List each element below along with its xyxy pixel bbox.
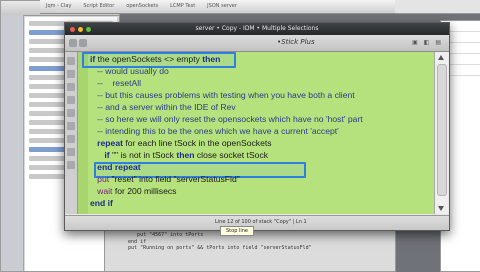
code-line[interactable]: put "reset" into field "serverStatusFld" [90,174,240,184]
code-token: repeat [90,138,123,148]
scroll-down-icon[interactable] [438,206,444,211]
text-icon[interactable] [67,109,75,117]
toolbar-icons[interactable]: ▣ ◧ ▤ [412,39,443,46]
code-line[interactable]: -- resetAll [90,78,141,88]
code-line[interactable]: -- would usually do [90,66,169,76]
code-token: -- so here we will only reset the openso… [90,114,363,124]
tooltip: Stop line [220,226,254,236]
pointer-icon[interactable] [67,57,75,65]
eyedropper-icon[interactable] [67,135,75,143]
brush-icon[interactable] [67,83,75,91]
code-token: end if [90,198,113,208]
code-token: "reset" into field "serverStatusFld" [111,174,240,184]
tool-palette [65,52,78,214]
background-window-top-right [395,0,480,14]
code-token: -- intending this to be the ones which w… [90,126,339,136]
background-tab[interactable]: LCMP Test [164,0,201,12]
zoom-button[interactable] [86,26,91,32]
code-token: -- would usually do [90,66,169,76]
code-token: for each line tSock in the openSockets [122,138,272,148]
background-sidebar [1,15,24,271]
code-token: wait [90,186,115,196]
code-token: if [90,150,112,160]
code-token: the openSockets <> empty [95,54,203,64]
code-editor[interactable]: if the openSockets <> empty then -- woul… [78,52,434,214]
code-token: -- resetAll [90,78,142,88]
hand-icon[interactable] [67,70,75,78]
line-gutter [78,52,88,214]
code-line[interactable]: if "" is not in tSock then close socket … [90,150,268,160]
code-line[interactable]: end if [90,198,113,208]
back-icon[interactable] [69,39,77,47]
forward-icon[interactable] [79,39,87,47]
code-token: -- but this causes problems with testing… [90,90,355,100]
background-tab[interactable]: Jqm - Clay [40,0,77,12]
vertical-scrollbar[interactable] [434,52,448,214]
code-line[interactable]: if the openSockets <> empty then [90,54,220,64]
background-tab[interactable]: JSON server [201,0,243,12]
code-token: put [90,174,112,184]
code-token: then [202,54,221,64]
code-token: -- and a server within the IDE of Rev [90,102,236,112]
code-token: for 200 millisecs [114,186,177,196]
code-token: " is not in tSock [115,150,177,160]
close-button[interactable] [70,26,75,32]
code-token: end repeat [90,162,141,172]
code-line[interactable]: -- but this causes problems with testing… [90,90,355,100]
background-tab[interactable]: openSockets [120,0,164,12]
window-title-bar[interactable]: server • Copy - IDM • Multiple Selection… [65,23,449,35]
magnify-icon[interactable] [67,148,75,156]
background-tab[interactable]: Script Editor [77,0,120,12]
code-line[interactable]: end repeat [90,162,141,172]
gear-icon[interactable] [67,161,75,169]
code-token: close socket tSock [194,150,269,160]
code-line[interactable]: -- so here we will only reset the openso… [90,114,363,124]
pencil-icon[interactable] [67,96,75,104]
status-text: Line 12 of 100 of stack "Copy" | Ln 1 [215,219,307,225]
code-line[interactable]: wait for 200 millisecs [90,186,176,196]
script-editor-window: server • Copy - IDM • Multiple Selection… [64,22,450,231]
code-token: then [176,150,195,160]
shape-icon[interactable] [67,122,75,130]
minimize-button[interactable] [78,26,83,32]
scroll-up-icon[interactable] [438,55,444,60]
code-line[interactable]: -- and a server within the IDE of Rev [90,102,236,112]
editor-toolbar: •Stick Plus ▣ ◧ ▤ [65,35,449,52]
window-title: server • Copy - IDM • Multiple Selection… [195,25,319,32]
status-bar: Line 12 of 100 of stack "Copy" | Ln 1 [65,215,449,230]
code-line[interactable]: repeat for each line tSock in the openSo… [90,138,272,148]
scroll-thumb[interactable] [437,64,447,196]
code-line[interactable]: -- intending this to be the ones which w… [90,126,339,136]
menu-title: •Stick Plus [277,38,315,46]
